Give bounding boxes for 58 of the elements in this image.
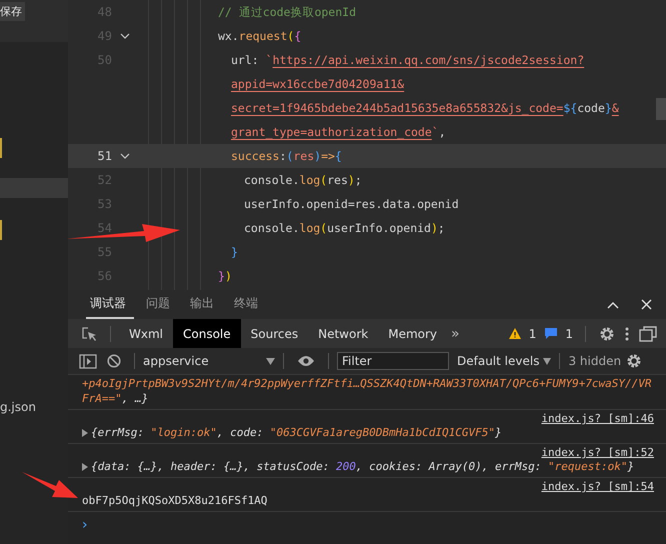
log-message: {data: {…}, header: {…}, statusCode: 200, cookies: Array(0), errMsg: "request:ok"}: [91, 459, 634, 474]
code-line: grant_type=authorization_code`,: [230, 125, 446, 139]
eye-icon[interactable]: [297, 355, 315, 367]
arrow-drawing: [22, 470, 78, 500]
levels-dropdown[interactable]: Default levels: [457, 354, 552, 368]
code-line: wx.request({: [217, 29, 302, 43]
chevron-down-icon[interactable]: [120, 33, 130, 39]
inspect-icon[interactable]: [81, 326, 97, 342]
code-line: // 通过code换取openId: [217, 4, 356, 20]
log-message: {errMsg: "login:ok", code: "063CGVFa1aregB0DBmHa1bCdIQ1CGVF5"}: [91, 425, 502, 440]
code-line: }): [217, 269, 232, 283]
message-icon: [545, 328, 558, 339]
console-prompt[interactable]: ›: [82, 517, 88, 533]
code-line: console.log(res);: [243, 173, 362, 187]
code-line: appid=wx16ccbe7d04209a11&: [230, 77, 404, 91]
devtools-tab[interactable]: Wxml: [119, 319, 173, 348]
panel-tab[interactable]: 问题: [142, 290, 178, 319]
log-message: obF7p5OqjKQSoXD5X8u216FSf1AQ: [82, 493, 268, 508]
filter-field[interactable]: Filter: [337, 352, 449, 370]
code-line: url: `https://api.weixin.qq.com/sns/jscode2session?: [230, 53, 584, 67]
hidden-count: 3 hidden: [568, 354, 622, 368]
devtools-tab[interactable]: Sources: [240, 319, 308, 348]
source-link[interactable]: index.js? [sm]:52: [541, 446, 654, 459]
chevron-down-icon[interactable]: [120, 153, 130, 159]
code-line: }: [230, 245, 238, 259]
dock-icon[interactable]: [639, 326, 657, 342]
clear-icon[interactable]: [107, 354, 121, 368]
warning-count: 1: [528, 326, 536, 340]
sidebar-toggle-icon[interactable]: [79, 354, 97, 368]
caret-icon: [266, 358, 275, 364]
settings-icon[interactable]: [626, 353, 642, 369]
save-button[interactable]: 保存: [0, 2, 25, 21]
source-link[interactable]: index.js? [sm]:46: [541, 412, 654, 425]
panel-tab[interactable]: 终端: [230, 290, 266, 319]
panel-tab[interactable]: 输出: [186, 290, 222, 319]
settings-icon[interactable]: [599, 326, 615, 342]
warning-icon: [508, 328, 521, 339]
log-message: +p4oIgjPrtpBW3v9S2HYt/m/4r92ppWyerffZFtfi…QSSZK4QtDN+RAW33T0XHAT/QPc6+FUMY9+7cwaSY//VRFrA==", …}: [82, 376, 653, 406]
devtools-tab[interactable]: Network: [308, 319, 378, 348]
more-icon[interactable]: [625, 326, 629, 340]
code-line: userInfo.openid=res.data.openid: [243, 197, 459, 211]
code-line: success:(res)=>{: [230, 149, 342, 163]
expand-icon[interactable]: [82, 463, 88, 471]
scrollbar-thumb[interactable]: [656, 98, 666, 120]
close-icon[interactable]: [641, 299, 652, 310]
chevron-up-icon[interactable]: [607, 300, 619, 308]
context-dropdown[interactable]: appservice: [143, 354, 275, 368]
code-line: console.log(userInfo.openid);: [243, 221, 445, 235]
more-tabs-button[interactable]: »: [447, 326, 464, 342]
code-line: secret=1f9465bdebe244b5ad15635e8a655832&js_code=${code}&: [230, 101, 619, 115]
source-link[interactable]: index.js? [sm]:54: [541, 480, 654, 493]
devtools-tab[interactable]: Memory: [378, 319, 448, 348]
devtools-tab[interactable]: Console: [173, 319, 241, 348]
expand-icon[interactable]: [82, 429, 88, 437]
message-count: 1: [565, 326, 573, 340]
caret-icon: [543, 358, 552, 364]
line-number: 51: [98, 149, 112, 163]
file-name[interactable]: g.json: [0, 400, 68, 414]
